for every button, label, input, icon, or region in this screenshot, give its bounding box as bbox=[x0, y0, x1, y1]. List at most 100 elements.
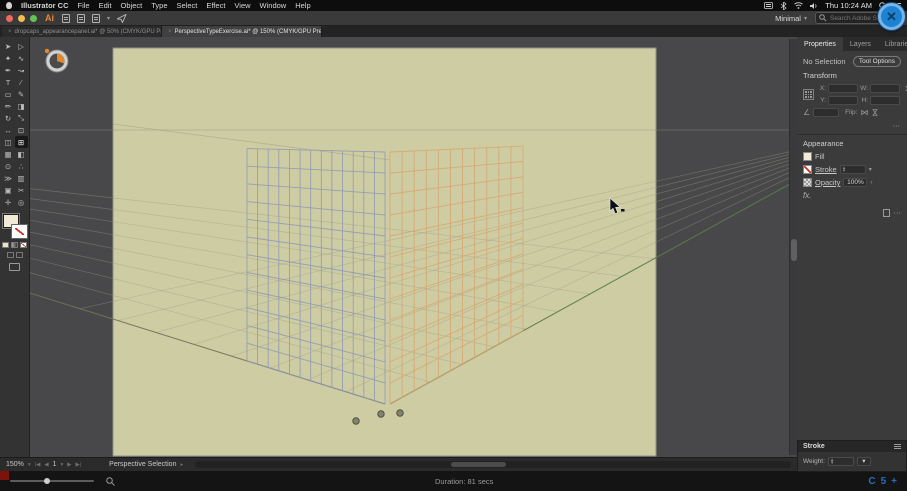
fill-color-swatch[interactable] bbox=[803, 152, 812, 161]
perspective-grid-canvas[interactable] bbox=[30, 37, 797, 457]
panel-tab-libraries[interactable]: Libraries bbox=[878, 37, 907, 51]
opacity-link[interactable]: Opacity bbox=[815, 178, 840, 187]
transform-more-options[interactable]: ⋯ bbox=[893, 121, 902, 130]
width-tool[interactable]: ↔ bbox=[2, 124, 15, 136]
lasso-tool[interactable]: ∿ bbox=[15, 52, 28, 64]
mesh-tool[interactable]: ▦ bbox=[2, 148, 15, 160]
menu-item-effect[interactable]: Effect bbox=[206, 1, 225, 10]
document-tab[interactable]: ×PerspectiveTypeExercise.ai* @ 150% (CMY… bbox=[162, 26, 322, 37]
video-bar-icon[interactable]: C bbox=[868, 476, 875, 487]
y-field[interactable] bbox=[828, 96, 858, 105]
shape-builder-tool[interactable]: ◫ bbox=[2, 136, 15, 148]
last-artboard-button[interactable]: ▶| bbox=[75, 462, 81, 468]
weight-stepper[interactable]: ▴▾ bbox=[828, 457, 854, 466]
save-document-icon[interactable] bbox=[92, 14, 100, 23]
draw-behind-button[interactable] bbox=[16, 252, 23, 258]
color-button[interactable] bbox=[2, 242, 9, 248]
status-menu-arrow[interactable]: ▸ bbox=[180, 462, 183, 468]
open-document-icon[interactable] bbox=[77, 14, 85, 23]
share-icon[interactable] bbox=[117, 14, 127, 23]
tutorial-close-button[interactable]: ✕ bbox=[878, 3, 905, 30]
artboard-number[interactable]: 1 bbox=[53, 461, 57, 468]
effects-fx-icon[interactable]: fx. bbox=[803, 191, 811, 200]
direct-selection-tool[interactable]: ▷ bbox=[15, 40, 28, 52]
w-field[interactable] bbox=[870, 84, 900, 93]
slider-knob[interactable] bbox=[44, 478, 50, 484]
menu-item-select[interactable]: Select bbox=[177, 1, 198, 10]
rotate-field[interactable] bbox=[813, 108, 839, 117]
document-tab[interactable]: ×dropcaps_appearancepanel.ai* @ 50% (CMY… bbox=[2, 26, 162, 37]
panel-tab-properties[interactable]: Properties bbox=[797, 37, 843, 51]
panel-menu-icon[interactable] bbox=[894, 444, 901, 449]
artboard-tool[interactable]: ▣ bbox=[2, 184, 15, 196]
vertical-scrollbar-thumb[interactable] bbox=[791, 239, 797, 261]
zoom-tool[interactable]: ◎ bbox=[15, 196, 28, 208]
stroke-link[interactable]: Stroke bbox=[815, 165, 837, 174]
selection-tool[interactable]: ➤ bbox=[2, 40, 15, 52]
opacity-value-field[interactable]: 100% bbox=[843, 178, 867, 187]
menu-item-type[interactable]: Type bbox=[151, 1, 167, 10]
flip-horizontal-icon[interactable]: ⋈ bbox=[860, 108, 868, 117]
hand-tool[interactable]: ✛ bbox=[2, 196, 15, 208]
zoom-dropdown-icon[interactable]: ▾ bbox=[28, 462, 31, 468]
zoom-window-button[interactable] bbox=[30, 15, 37, 22]
gradient-tool[interactable]: ◧ bbox=[15, 148, 28, 160]
gradient-button[interactable] bbox=[11, 242, 18, 248]
video-bar-icon[interactable]: + bbox=[891, 476, 897, 487]
free-transform-tool[interactable]: ⊡ bbox=[15, 124, 28, 136]
weight-dropdown[interactable]: ▾ bbox=[857, 457, 871, 466]
column-graph-tool[interactable]: ▥ bbox=[15, 172, 28, 184]
menu-item-window[interactable]: Window bbox=[260, 1, 287, 10]
menu-item-illustrator-cc[interactable]: Illustrator CC bbox=[21, 1, 69, 10]
stroke-panel-title[interactable]: Stroke bbox=[803, 443, 825, 450]
symbol-sprayer-tool[interactable]: ≫ bbox=[2, 172, 15, 184]
rotate-tool[interactable]: ↻ bbox=[2, 112, 15, 124]
next-artboard-button[interactable]: ▶ bbox=[67, 462, 71, 468]
x-field[interactable] bbox=[828, 84, 858, 93]
appearance-panel-icon[interactable] bbox=[883, 209, 890, 217]
horizontal-scrollbar-thumb[interactable] bbox=[451, 462, 506, 467]
menu-item-file[interactable]: File bbox=[78, 1, 90, 10]
minimize-window-button[interactable] bbox=[18, 15, 25, 22]
menu-item-view[interactable]: View bbox=[234, 1, 250, 10]
appearance-more-options[interactable]: ⋯ bbox=[894, 208, 902, 217]
curvature-tool[interactable]: ↝ bbox=[15, 64, 28, 76]
screen-mode-button[interactable] bbox=[9, 263, 20, 271]
menu-item-help[interactable]: Help bbox=[295, 1, 310, 10]
flip-vertical-icon[interactable]: ⋈ bbox=[871, 109, 880, 117]
pencil-tool[interactable]: ✏ bbox=[2, 100, 15, 112]
rectangle-tool[interactable]: ▭ bbox=[2, 88, 15, 100]
prev-artboard-button[interactable]: ◀ bbox=[44, 462, 48, 468]
close-tab-icon[interactable]: × bbox=[8, 29, 12, 35]
magnifier-icon[interactable] bbox=[106, 477, 115, 486]
perspective-selection-tool[interactable]: ⊞ bbox=[15, 136, 28, 148]
paintbrush-tool[interactable]: ✎ bbox=[15, 88, 28, 100]
line-segment-tool[interactable]: ∕ bbox=[15, 76, 28, 88]
close-tab-icon[interactable]: × bbox=[168, 29, 172, 35]
panel-tab-layers[interactable]: Layers bbox=[843, 37, 878, 51]
type-tool[interactable]: T bbox=[2, 76, 15, 88]
draw-normal-button[interactable] bbox=[7, 252, 14, 258]
stroke-weight-stepper[interactable]: ▴▾ bbox=[840, 165, 866, 174]
new-document-icon[interactable] bbox=[62, 14, 70, 23]
reference-point-locator[interactable] bbox=[803, 89, 814, 100]
blend-tool[interactable]: ∴ bbox=[15, 160, 28, 172]
vertical-scrollbar[interactable] bbox=[789, 39, 797, 455]
horizontal-scrollbar[interactable] bbox=[195, 461, 791, 468]
eraser-tool[interactable]: ◨ bbox=[15, 100, 28, 112]
close-window-button[interactable] bbox=[6, 15, 13, 22]
first-artboard-button[interactable]: |◀ bbox=[35, 462, 41, 468]
stroke-swatch[interactable] bbox=[12, 225, 27, 238]
menu-item-object[interactable]: Object bbox=[121, 1, 143, 10]
menu-item-edit[interactable]: Edit bbox=[99, 1, 112, 10]
apple-logo-icon[interactable] bbox=[6, 2, 12, 9]
chevron-down-icon[interactable]: ▾ bbox=[107, 15, 110, 22]
pen-tool[interactable]: ✒ bbox=[2, 64, 15, 76]
workspace-switcher[interactable]: Minimal ▾ bbox=[775, 14, 807, 23]
slice-tool[interactable]: ✂ bbox=[15, 184, 28, 196]
zoom-level[interactable]: 150% bbox=[6, 461, 24, 468]
h-field[interactable] bbox=[870, 96, 900, 105]
stroke-weight-dropdown-icon[interactable]: ▾ bbox=[869, 166, 872, 173]
none-button[interactable] bbox=[20, 242, 27, 248]
scale-tool[interactable]: ⤡ bbox=[15, 112, 28, 124]
